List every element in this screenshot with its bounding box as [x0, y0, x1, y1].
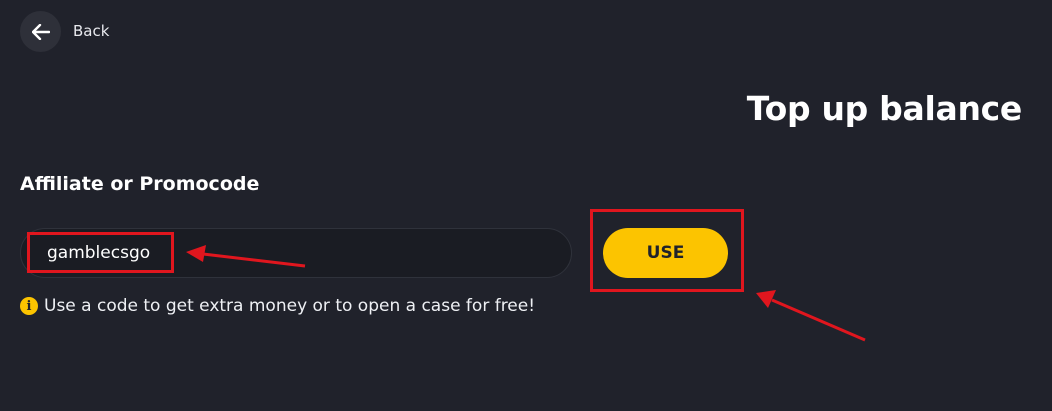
annotation-arrows: [186, 245, 866, 342]
promo-hint: i Use a code to get extra money or to op…: [20, 296, 535, 316]
arrow-to-use-button: [756, 290, 866, 342]
info-icon: i: [20, 297, 38, 315]
page-title: Top up balance: [746, 89, 1023, 128]
back-button[interactable]: [20, 11, 61, 52]
arrow-left-icon: [31, 23, 50, 40]
promo-section-label: Affiliate or Promocode: [20, 173, 260, 195]
use-button[interactable]: USE: [603, 228, 728, 278]
hint-text: Use a code to get extra money or to open…: [44, 296, 536, 316]
back-label[interactable]: Back: [73, 22, 109, 40]
promo-code-input[interactable]: [20, 228, 572, 278]
